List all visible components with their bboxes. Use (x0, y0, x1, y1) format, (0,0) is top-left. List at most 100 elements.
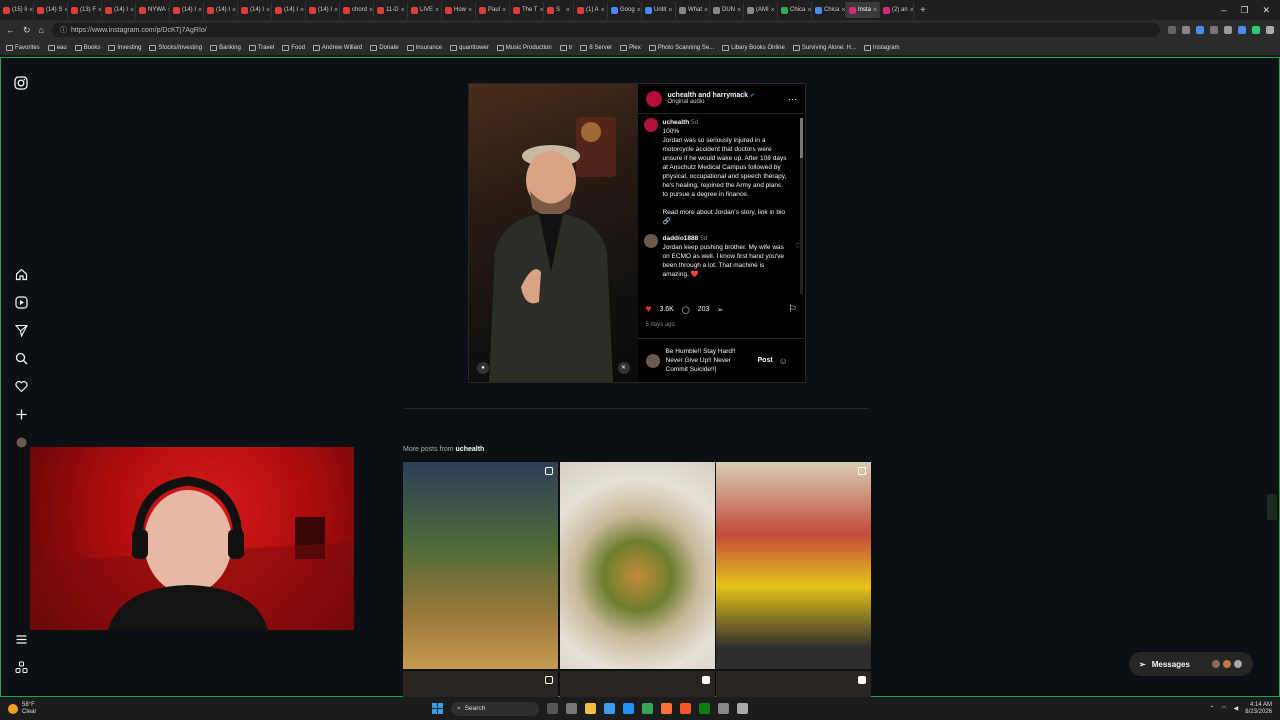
extension-icon[interactable] (1196, 26, 1204, 34)
post-thumbnail[interactable] (716, 671, 871, 698)
tab-close-icon[interactable]: × (668, 7, 672, 14)
settings-icon[interactable] (566, 703, 577, 714)
post-thumbnail[interactable] (559, 671, 715, 698)
clock[interactable]: 4:14 AM 8/23/2026 (1245, 702, 1272, 716)
instagram-logo-icon[interactable] (13, 76, 29, 92)
post-accounts[interactable]: uchealth and harrymack (668, 92, 749, 99)
browser-tab[interactable]: (14) I × (238, 2, 272, 18)
comments-scrollbar[interactable] (800, 118, 803, 294)
bookmark-item[interactable]: tr (559, 44, 572, 51)
profile-avatar[interactable] (13, 436, 29, 452)
comment-bubble-icon[interactable]: ◯ (682, 306, 690, 314)
tab-close-icon[interactable]: × (737, 7, 741, 14)
reels-icon[interactable] (13, 296, 29, 312)
brave-icon[interactable] (680, 703, 691, 714)
tab-close-icon[interactable]: × (232, 7, 236, 14)
reload-icon[interactable]: ↻ (23, 25, 31, 36)
browser-tab[interactable]: 11-D × (374, 2, 408, 18)
tab-close-icon[interactable]: × (841, 7, 845, 14)
browser-side-panel-handle[interactable] (1267, 494, 1277, 520)
minimize-icon[interactable]: – (1221, 5, 1226, 16)
browser-tab[interactable]: (15) li × (0, 2, 34, 18)
direct-send-icon[interactable] (13, 324, 29, 340)
browser-tab[interactable]: (14) I × (306, 2, 340, 18)
bookmark-item[interactable]: Libary Books Online (722, 44, 785, 51)
bookmark-item[interactable]: Favorites (6, 44, 40, 51)
notifications-heart-icon[interactable] (13, 380, 29, 396)
comment-username[interactable]: daddio1888 (663, 235, 699, 242)
bookmark-item[interactable]: Travel (248, 44, 274, 51)
bookmark-item[interactable]: Music Production (496, 44, 552, 51)
tab-close-icon[interactable]: × (566, 7, 570, 14)
commenter-avatar[interactable] (643, 234, 658, 248)
more-options-icon[interactable]: ··· (788, 94, 797, 104)
browser-tab[interactable]: The T × (510, 2, 544, 18)
tab-close-icon[interactable]: × (369, 7, 373, 14)
tab-close-icon[interactable]: × (435, 7, 439, 14)
bookmark-item[interactable]: 8 Server (580, 44, 612, 51)
app-icon[interactable] (718, 703, 729, 714)
bookmark-item[interactable]: Stocks/Investing (149, 44, 202, 51)
home-icon[interactable]: ⌂ (39, 25, 44, 35)
emoji-picker-icon[interactable]: ☺ (779, 356, 788, 366)
post-thumbnail[interactable] (403, 671, 558, 698)
post-comment-button[interactable]: Post (758, 357, 773, 364)
browser-tab[interactable]: (14) I × (272, 2, 306, 18)
app-icon[interactable] (737, 703, 748, 714)
tab-close-icon[interactable]: × (468, 7, 472, 14)
tab-close-icon[interactable]: × (771, 7, 775, 14)
browser-tab[interactable]: (14) I × (102, 2, 136, 18)
more-posts-account-link[interactable]: uchealth (456, 446, 485, 453)
wifi-icon[interactable]: ◠ (1221, 705, 1226, 712)
browser-tab[interactable]: How × (442, 2, 476, 18)
tab-close-icon[interactable]: × (704, 7, 708, 14)
bookmark-item[interactable]: Instagram (863, 44, 900, 51)
also-from-meta-icon[interactable] (13, 661, 29, 677)
browser-tab[interactable]: NYWA× (136, 2, 170, 18)
likes-count[interactable]: 3.6K (659, 306, 673, 313)
browser-tab[interactable]: LIVE × (408, 2, 442, 18)
share-icon[interactable] (1168, 26, 1176, 34)
back-icon[interactable]: ← (6, 25, 15, 35)
post-video[interactable]: ● ✕ (469, 84, 638, 382)
browser-tab[interactable]: (14) I × (204, 2, 238, 18)
bookmark-item[interactable]: Investing (108, 44, 141, 51)
tab-close-icon[interactable]: × (29, 7, 33, 14)
new-tab-button[interactable]: + (914, 5, 932, 16)
bookmark-item[interactable]: Surviving Alone: H... (792, 44, 856, 51)
tagged-user-icon[interactable]: ● (477, 362, 489, 374)
bookmark-item[interactable]: Insurance (406, 44, 442, 51)
file-explorer-icon[interactable] (585, 703, 596, 714)
site-info-icon[interactable]: ⓘ (60, 25, 67, 35)
browser-tab[interactable]: Untit × (642, 2, 676, 18)
bookmark-item[interactable]: Andrew Willard (312, 44, 362, 51)
post-thumbnail[interactable] (716, 462, 871, 669)
bookmark-item[interactable]: Plex (620, 44, 641, 51)
weather-widget[interactable]: 58°F Clear (0, 702, 200, 716)
tab-close-icon[interactable]: × (807, 7, 811, 14)
search-icon[interactable] (13, 352, 29, 368)
bookmark-item[interactable]: Food (282, 44, 305, 51)
browser-tab[interactable]: chord × (340, 2, 374, 18)
home-icon[interactable] (13, 268, 29, 284)
firefox-icon[interactable] (661, 703, 672, 714)
browser-tab[interactable]: Goog × (608, 2, 642, 18)
browser-tab[interactable]: (14) S× (34, 2, 68, 18)
tab-close-icon[interactable]: × (637, 7, 641, 14)
tab-close-icon[interactable]: × (601, 7, 605, 14)
restore-icon[interactable]: ❐ (1240, 5, 1248, 16)
bookmark-item[interactable]: Donate (370, 44, 399, 51)
original-audio-link[interactable]: Original audio (668, 99, 755, 105)
tab-close-icon[interactable]: × (334, 7, 338, 14)
extension-icon[interactable] (1210, 26, 1218, 34)
windows-start-icon[interactable] (432, 703, 443, 714)
store-icon[interactable] (604, 703, 615, 714)
comment-input[interactable]: Be Humble!! Stay Hard!! Never Give Up!! … (666, 347, 752, 374)
browser-tab[interactable]: S × (544, 2, 574, 18)
extension-icon[interactable] (1252, 26, 1260, 34)
like-heart-icon[interactable]: ♥ (646, 304, 652, 315)
taskbar-search[interactable]: ⌕ Search (451, 701, 539, 716)
commenter-avatar[interactable] (643, 118, 658, 132)
bookmark-item[interactable]: Banking (210, 44, 241, 51)
xbox-icon[interactable] (699, 703, 710, 714)
